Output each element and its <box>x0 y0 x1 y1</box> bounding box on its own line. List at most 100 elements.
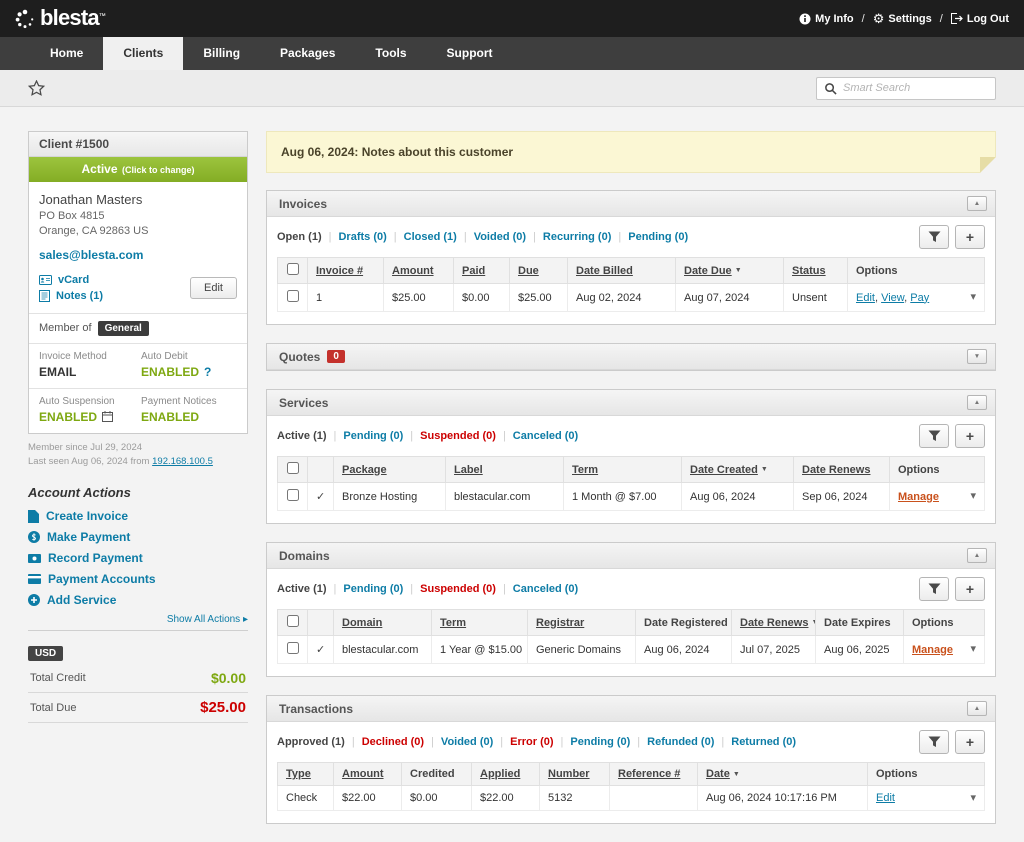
filter-returned[interactable]: Returned (0) <box>731 736 796 748</box>
nav-support[interactable]: Support <box>427 37 513 70</box>
column-date[interactable]: Date <box>706 768 730 780</box>
column-type[interactable]: Type <box>286 768 311 780</box>
column-date-renews[interactable]: Date Renews <box>802 464 870 476</box>
nav-home[interactable]: Home <box>30 37 103 70</box>
make-payment-link[interactable]: Make Payment <box>47 530 130 544</box>
column-status[interactable]: Status <box>792 265 826 277</box>
vcard-link[interactable]: vCard <box>39 274 103 286</box>
select-all-checkbox[interactable] <box>287 462 299 474</box>
my-info-label: My Info <box>815 13 854 25</box>
column-due[interactable]: Due <box>518 265 539 277</box>
domains-filter-button[interactable] <box>919 577 949 601</box>
filter-approved[interactable]: Approved (1) <box>277 736 362 748</box>
filter-open[interactable]: Open (1) <box>277 231 338 243</box>
edit-client-button[interactable]: Edit <box>190 277 237 299</box>
filter-canceled[interactable]: Canceled (0) <box>513 430 578 442</box>
invoices-table: Invoice # Amount Paid Due Date Billed Da… <box>277 257 985 312</box>
nav-clients[interactable]: Clients <box>103 37 183 70</box>
show-all-actions-link[interactable]: Show All Actions ▸ <box>167 614 248 625</box>
domain-manage-link[interactable]: Manage <box>912 644 953 656</box>
invoice-view-link[interactable]: View <box>881 292 904 304</box>
filter-suspended[interactable]: Suspended (0) <box>420 430 513 442</box>
domains-collapse-button[interactable]: ▲ <box>967 548 987 563</box>
services-collapse-button[interactable]: ▲ <box>967 395 987 410</box>
invoice-edit-link[interactable]: Edit <box>856 292 875 304</box>
column-reference[interactable]: Reference # <box>618 768 680 780</box>
payment-accounts-link[interactable]: Payment Accounts <box>48 572 156 586</box>
invoices-collapse-button[interactable]: ▲ <box>967 196 987 211</box>
column-number[interactable]: Number <box>548 768 590 780</box>
column-registrar[interactable]: Registrar <box>536 617 584 629</box>
filter-active[interactable]: Active (1) <box>277 583 343 595</box>
log-out-link[interactable]: Log Out <box>951 13 1009 25</box>
column-package[interactable]: Package <box>342 464 387 476</box>
filter-drafts[interactable]: Drafts (0) <box>338 231 403 243</box>
services-filter-button[interactable] <box>919 424 949 448</box>
auto-debit-help-link[interactable]: ? <box>204 365 211 379</box>
customer-notes-banner[interactable]: Aug 06, 2024: Notes about this customer <box>266 131 996 173</box>
column-term[interactable]: Term <box>440 617 466 629</box>
filter-canceled[interactable]: Canceled (0) <box>513 583 578 595</box>
add-transaction-button[interactable]: + <box>955 730 985 754</box>
nav-packages[interactable]: Packages <box>260 37 355 70</box>
column-term[interactable]: Term <box>572 464 598 476</box>
add-service-link[interactable]: Add Service <box>47 593 116 607</box>
row-checkbox[interactable] <box>287 642 299 654</box>
search-input[interactable] <box>843 82 988 94</box>
create-invoice-link[interactable]: Create Invoice <box>46 509 128 523</box>
filter-suspended[interactable]: Suspended (0) <box>420 583 513 595</box>
last-seen-ip-link[interactable]: 192.168.100.5 <box>152 456 213 467</box>
nav-tools[interactable]: Tools <box>355 37 426 70</box>
client-email-link[interactable]: sales@blesta.com <box>39 248 143 262</box>
row-expand-chevron-icon[interactable]: ▾ <box>970 644 976 655</box>
filter-error[interactable]: Error (0) <box>510 736 570 748</box>
quotes-expand-button[interactable]: ▼ <box>967 349 987 364</box>
filter-voided[interactable]: Voided (0) <box>474 231 543 243</box>
filter-pending[interactable]: Pending (0) <box>570 736 647 748</box>
filter-voided[interactable]: Voided (0) <box>441 736 510 748</box>
row-checkbox[interactable] <box>287 489 299 501</box>
column-date-billed[interactable]: Date Billed <box>576 265 633 277</box>
select-all-checkbox[interactable] <box>287 615 299 627</box>
row-expand-chevron-icon[interactable]: ▾ <box>970 793 976 804</box>
column-invoice-number[interactable]: Invoice # <box>316 265 363 277</box>
filter-declined[interactable]: Declined (0) <box>362 736 441 748</box>
add-domain-button[interactable]: + <box>955 577 985 601</box>
filter-closed[interactable]: Closed (1) <box>404 231 474 243</box>
add-invoice-button[interactable]: + <box>955 225 985 249</box>
record-payment-link[interactable]: Record Payment <box>48 551 143 565</box>
transactions-filter-button[interactable] <box>919 730 949 754</box>
column-date-renews[interactable]: Date Renews <box>740 617 808 629</box>
transactions-collapse-button[interactable]: ▲ <box>967 701 987 716</box>
row-expand-chevron-icon[interactable]: ▾ <box>970 491 976 502</box>
filter-refunded[interactable]: Refunded (0) <box>647 736 731 748</box>
filter-pending[interactable]: Pending (0) <box>628 231 688 243</box>
row-checkbox[interactable] <box>287 290 299 302</box>
column-label[interactable]: Label <box>454 464 483 476</box>
settings-link[interactable]: ⚙ Settings <box>873 12 932 25</box>
add-service-button[interactable]: + <box>955 424 985 448</box>
invoice-pay-link[interactable]: Pay <box>910 292 929 304</box>
column-amount[interactable]: Amount <box>392 265 434 277</box>
column-paid[interactable]: Paid <box>462 265 485 277</box>
service-manage-link[interactable]: Manage <box>898 491 939 503</box>
column-applied[interactable]: Applied <box>480 768 520 780</box>
invoices-filter-button[interactable] <box>919 225 949 249</box>
column-date-created[interactable]: Date Created <box>690 464 758 476</box>
client-status-banner[interactable]: Active (Click to change) <box>29 157 247 182</box>
filter-pending[interactable]: Pending (0) <box>343 430 420 442</box>
nav-billing[interactable]: Billing <box>183 37 260 70</box>
notes-link[interactable]: Notes (1) <box>39 290 103 302</box>
column-date-due[interactable]: Date Due <box>684 265 732 277</box>
quick-links-star-button[interactable] <box>28 80 45 96</box>
my-info-link[interactable]: My Info <box>799 13 854 25</box>
column-domain[interactable]: Domain <box>342 617 382 629</box>
filter-recurring[interactable]: Recurring (0) <box>543 231 628 243</box>
transaction-edit-link[interactable]: Edit <box>876 792 895 804</box>
filter-active[interactable]: Active (1) <box>277 430 343 442</box>
column-amount[interactable]: Amount <box>342 768 384 780</box>
select-all-checkbox[interactable] <box>287 263 299 275</box>
services-filters: Active (1) Pending (0) Suspended (0) Can… <box>277 430 578 442</box>
filter-pending[interactable]: Pending (0) <box>343 583 420 595</box>
row-expand-chevron-icon[interactable]: ▾ <box>970 292 976 303</box>
